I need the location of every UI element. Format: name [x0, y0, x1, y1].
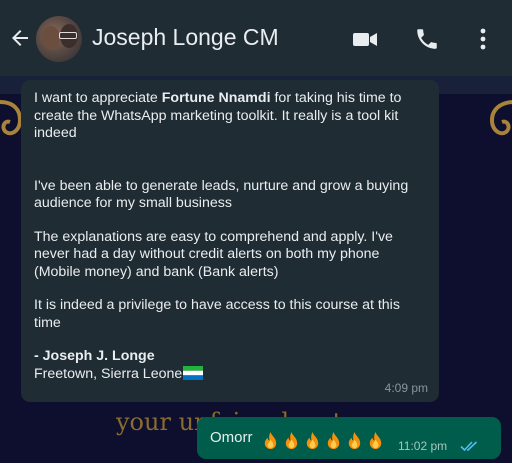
fire-emoji-group: [261, 431, 387, 450]
outgoing-message-text: Omorr: [210, 429, 387, 450]
fire-emoji-icon: [264, 431, 276, 449]
message-time: 11:02 pm: [398, 439, 448, 453]
message-paragraph: It is indeed a privilege to have access …: [34, 297, 400, 331]
contact-name[interactable]: Joseph Longe CM: [92, 24, 279, 51]
sierra-leone-flag-icon: [183, 365, 204, 380]
message-paragraph: I want to appreciate Fortune Nnamdi for …: [34, 90, 402, 141]
location-line: Freetown, Sierra Leone: [34, 365, 426, 384]
fire-emoji-icon: [327, 431, 339, 449]
phone-icon[interactable]: [414, 26, 440, 52]
chat-header: Joseph Longe CM: [0, 0, 512, 76]
fire-emoji-icon: [306, 431, 318, 449]
outgoing-message-bubble[interactable]: Omorr 11:02 pm: [197, 417, 501, 459]
avatar[interactable]: [36, 16, 82, 62]
double-check-read-icon: [460, 441, 478, 452]
mention-name: Fortune Nnamdi: [161, 90, 271, 106]
fire-emoji-icon: [348, 431, 360, 449]
message-time: 4:09 pm: [384, 380, 428, 395]
message-paragraph: The explanations are easy to comprehend …: [34, 228, 393, 280]
video-call-icon[interactable]: [352, 26, 378, 52]
signature: - Joseph J. Longe: [34, 348, 155, 364]
back-arrow-icon[interactable]: [8, 26, 32, 50]
incoming-message-bubble[interactable]: I want to appreciate Fortune Nnamdi for …: [21, 80, 439, 402]
fire-emoji-icon: [285, 431, 297, 449]
more-vert-icon[interactable]: [470, 26, 496, 52]
gold-ornament-right: [489, 100, 512, 136]
message-paragraph: I've been able to generate leads, nurtur…: [34, 177, 409, 212]
fire-emoji-icon: [369, 431, 381, 449]
